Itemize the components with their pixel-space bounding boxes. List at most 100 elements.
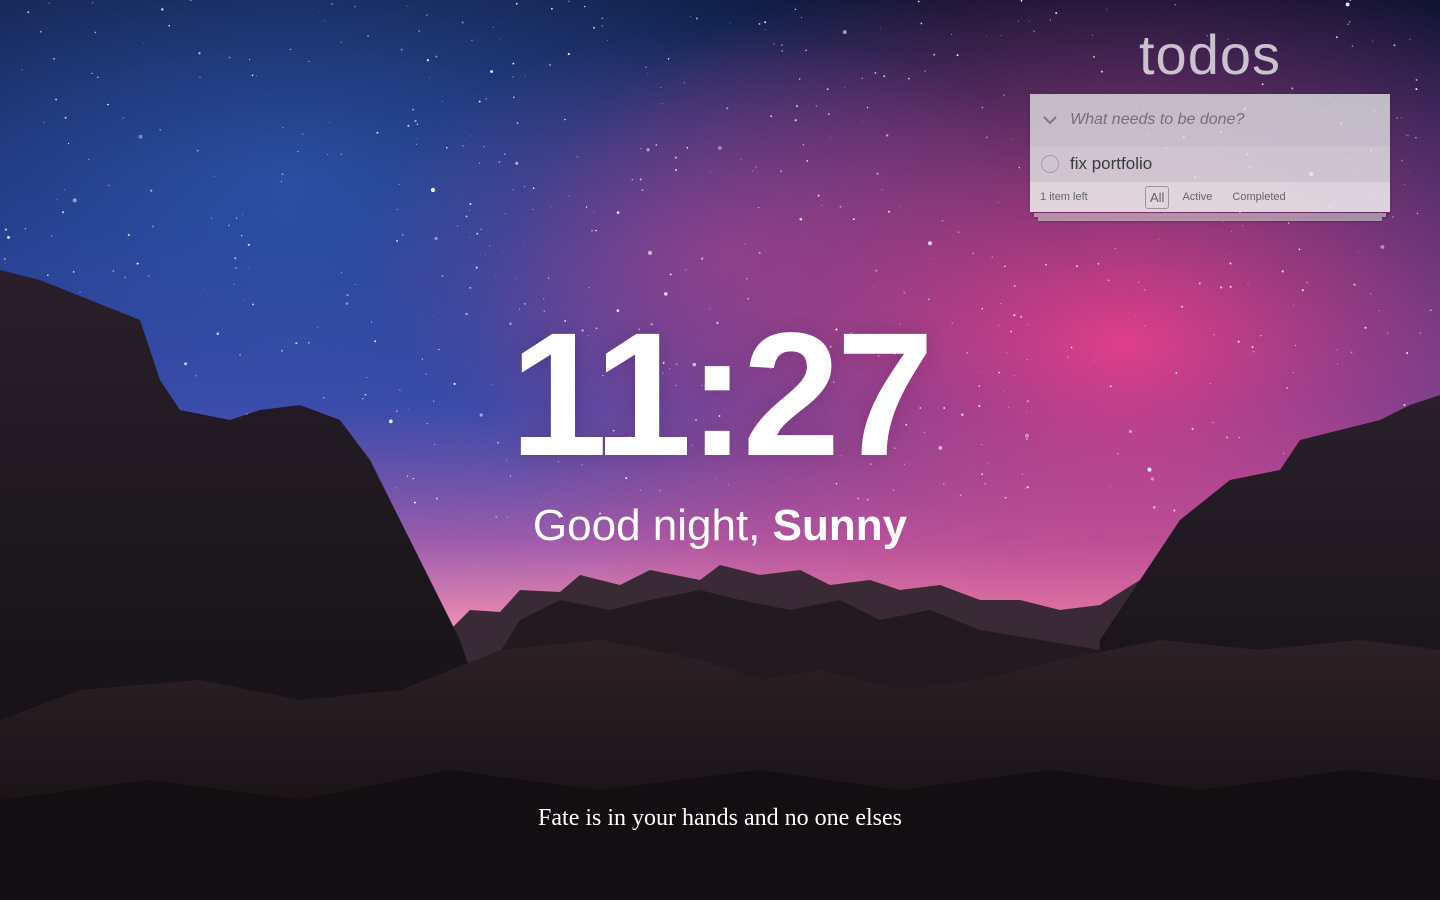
star [794,119,797,122]
star [50,235,53,237]
star [441,275,444,277]
greeting-name[interactable]: Sunny [773,501,907,550]
star [441,101,443,102]
star [572,37,574,39]
filter-active[interactable]: Active [1175,187,1219,207]
star [1407,134,1409,137]
star [757,206,760,209]
star [1055,12,1058,15]
star [647,250,653,255]
star [1247,282,1249,284]
filter-completed[interactable]: Completed [1225,187,1292,207]
star [746,278,748,280]
star [1222,221,1224,223]
star [710,172,711,174]
star [1220,286,1223,289]
star [401,234,404,236]
star [886,134,889,137]
star [876,172,879,175]
star [773,43,775,45]
star [498,161,501,164]
new-todo-input[interactable] [1070,94,1390,146]
star [354,283,356,286]
star [91,1,94,4]
star [585,206,588,208]
filter-all[interactable]: All [1145,185,1170,209]
chevron-down-icon[interactable] [1030,94,1070,146]
star [4,228,8,231]
star [660,87,662,88]
star [112,270,115,272]
star [512,96,515,99]
star [27,11,30,14]
star [462,145,464,147]
star [485,254,486,255]
star [524,186,526,188]
star [1076,265,1079,268]
star [601,25,604,27]
star [1231,231,1232,233]
star [242,213,243,215]
star [956,54,959,57]
star [198,52,201,55]
star [920,22,923,25]
star [289,48,291,51]
star [324,19,326,22]
star [794,8,797,11]
star [1004,265,1006,268]
star [1392,216,1394,218]
star [418,30,421,32]
clock-time: 11:27 [509,297,934,493]
star [758,22,761,25]
star [874,71,877,74]
star [256,75,258,77]
star [148,275,150,277]
star [524,75,526,76]
star [235,267,237,269]
star [396,208,398,211]
todo-filters: All Active Completed [1142,182,1296,212]
star [4,263,6,264]
star [532,208,534,210]
star [523,244,524,246]
star [631,178,633,181]
star [47,274,49,276]
star [669,273,672,276]
star [108,184,110,187]
star [888,210,890,213]
star [138,134,143,139]
star [495,275,497,277]
todo-item-checkbox[interactable] [1030,147,1070,181]
star [1003,94,1005,96]
star [799,217,803,221]
star [683,82,686,84]
star [72,271,75,273]
star [64,116,67,119]
todo-panel: fix portfolio 1 item left All Active Com… [1030,94,1390,221]
star [213,175,215,177]
star [928,241,932,246]
star [1011,139,1013,140]
star [94,31,97,34]
star [515,161,519,165]
star [249,58,251,60]
star [471,135,473,137]
todo-item: fix portfolio [1030,147,1390,182]
star [353,5,356,8]
star [780,170,782,173]
star [674,168,677,171]
star [827,112,830,116]
star [985,35,987,37]
star [924,70,926,73]
star [136,262,139,265]
todo-item-label[interactable]: fix portfolio [1070,154,1152,174]
star [61,211,65,214]
star [468,209,471,211]
star [576,156,578,158]
star [469,202,472,206]
star [492,26,494,28]
star [407,124,410,127]
star [1393,44,1396,47]
star [568,195,570,197]
star [516,122,519,124]
